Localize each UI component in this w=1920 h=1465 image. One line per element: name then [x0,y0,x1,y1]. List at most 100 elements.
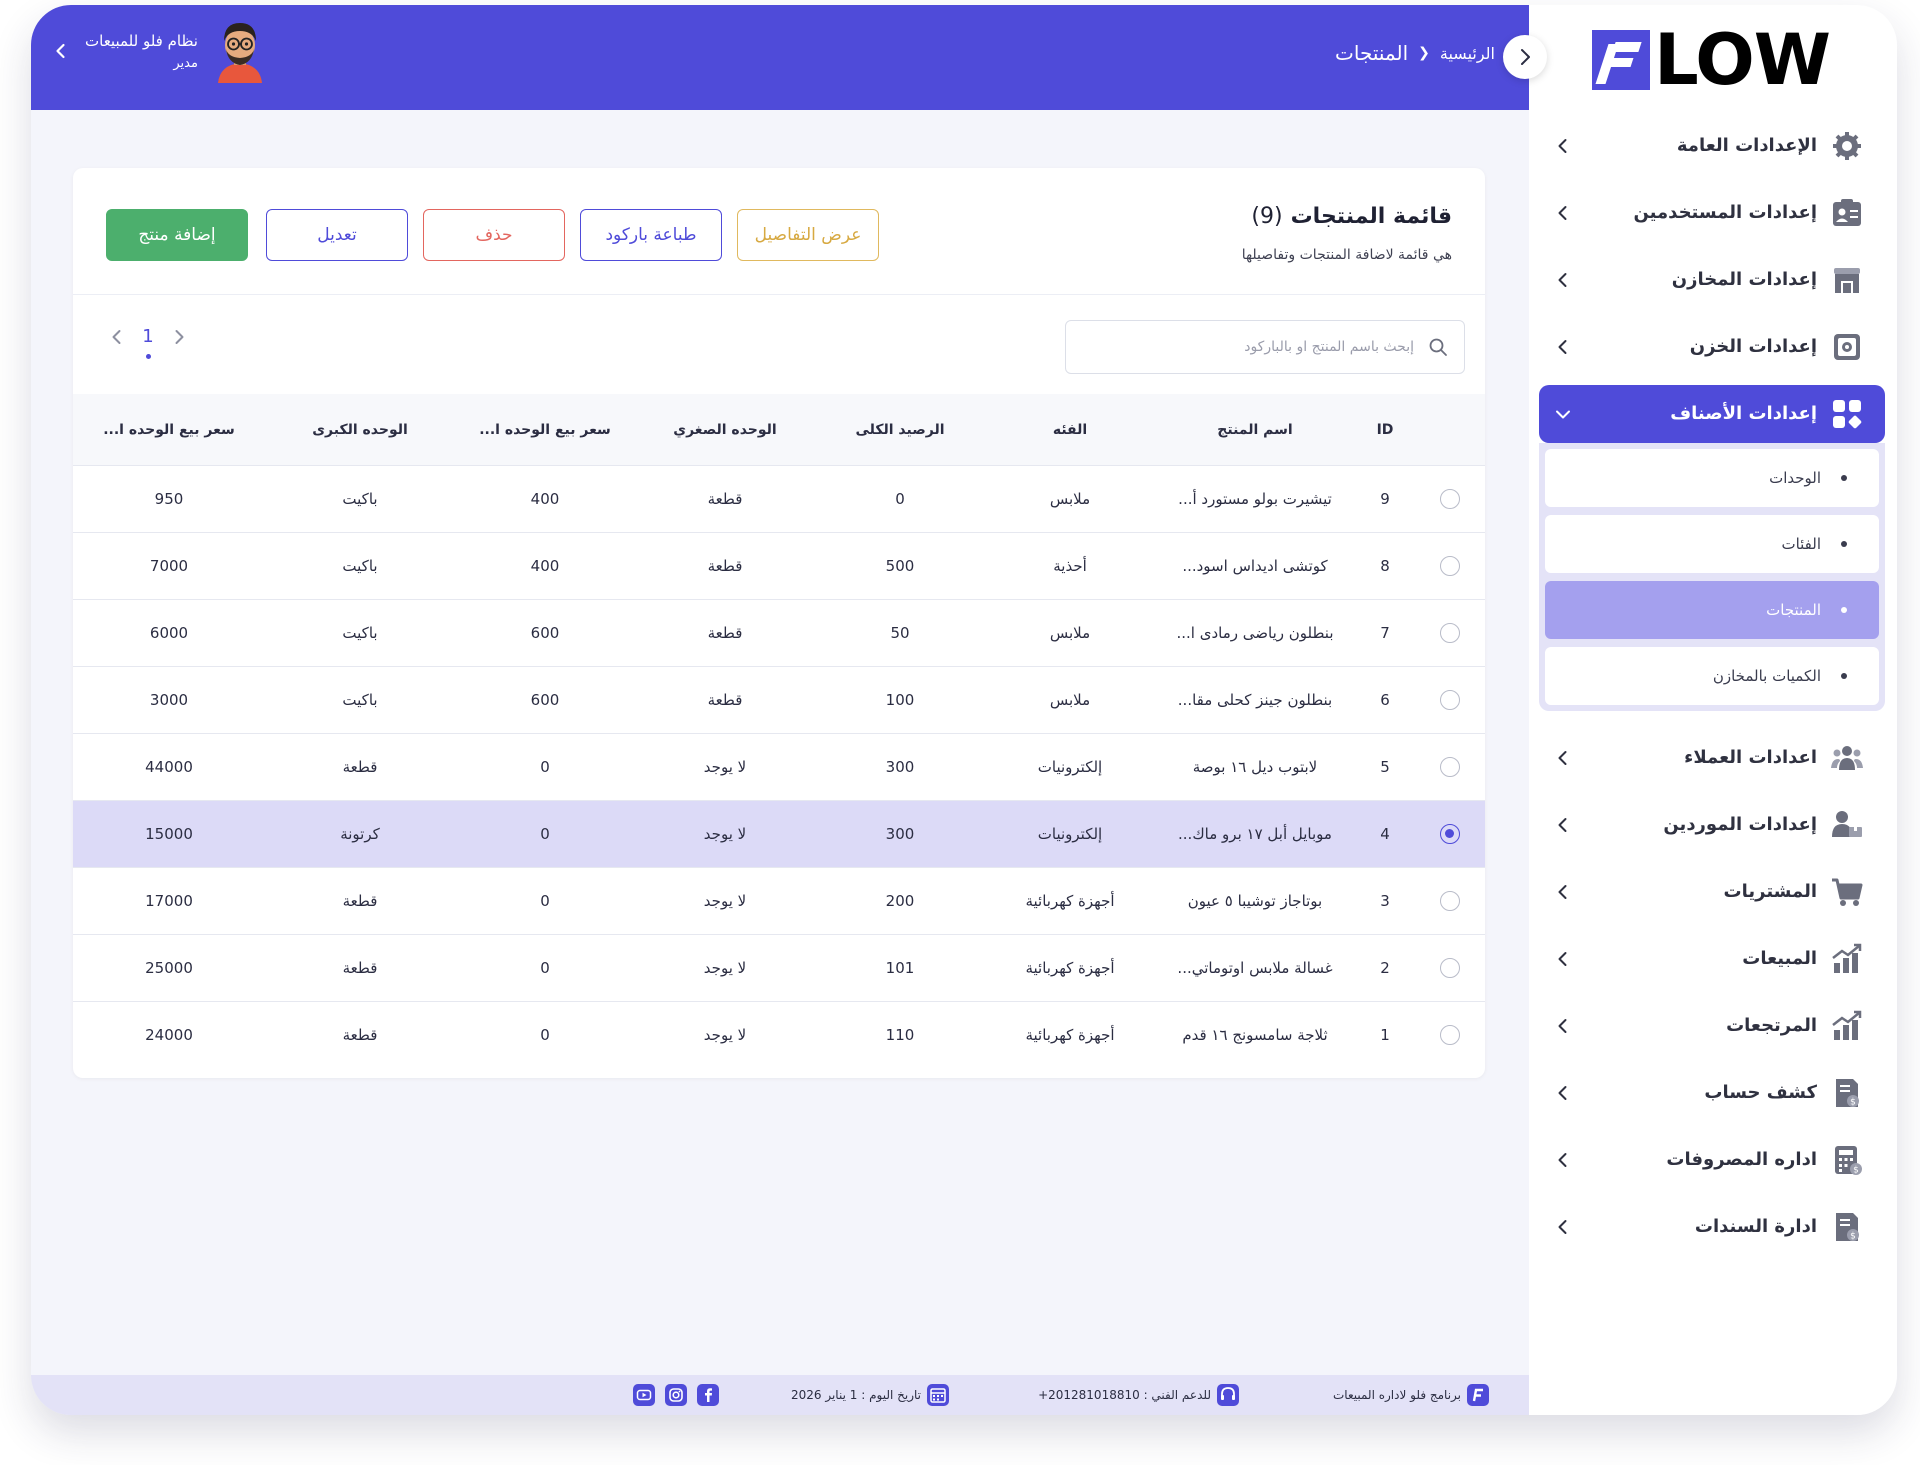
user-profile[interactable]: نظام فلو للمبيعات مدير [51,19,270,83]
submenu-item-categories[interactable]: الفئات [1545,515,1879,573]
breadcrumb-home[interactable]: الرئيسية [1440,44,1495,63]
chevron-left-icon[interactable] [51,41,71,61]
sidebar-item-purchases[interactable]: المشتريات [1539,863,1885,921]
sidebar-item-expenses[interactable]: $ اداره المصروفات [1539,1131,1885,1189]
cell-small-price: 600 [455,599,635,667]
sidebar-item-categories-settings[interactable]: إعدادات الأصناف [1539,385,1885,443]
svg-text:$: $ [1850,1098,1856,1108]
sidebar-item-label: إعدادات الأصناف [1670,403,1817,424]
chevron-left-icon [1558,818,1567,832]
sidebar: LOW الإعدادات العامة إعدادات المستخدمين … [1529,5,1897,1415]
pagination-prev-icon[interactable] [107,327,127,347]
table-row[interactable]: 6 بنطلون جينز كحلى مقا... ملابس 100 قطعة 600 ب… [73,666,1485,734]
cell-small-unit: قطعة [635,599,815,667]
row-radio[interactable] [1440,757,1460,777]
sidebar-item-safe-settings[interactable]: إعدادات الخزن [1539,318,1885,376]
submenu-item-stock-quantities[interactable]: الكميات بالمخازن [1545,647,1879,705]
table-row[interactable]: 9 تيشيرت بولو مستورد أ... ملابس 0 قطعة 400 باك… [73,465,1485,533]
user-name: نظام فلو للمبيعات [85,31,198,50]
chevron-left-icon [1558,1153,1567,1167]
column-header[interactable]: الوحده الكبرى [265,394,455,466]
pagination-page[interactable]: 1 [127,326,169,359]
cell-small-price: 0 [455,867,635,935]
headset-icon [1217,1384,1239,1406]
table-row[interactable]: 2 غسالة ملابس اوتوماتي... أجهزة كهربائية 10… [73,934,1485,1002]
table-row-selected[interactable]: 4 موبايل أبل ١٧ برو ماك... إلكترونيات 300 لا… [73,800,1485,868]
table-row[interactable]: 7 بنطلون رياضى رمادى ا... ملابس 50 قطعة 600 با… [73,599,1485,667]
add-product-button[interactable]: إضافة منتج [106,209,248,261]
facebook-icon[interactable] [697,1384,719,1406]
footer: برنامج فلو لاداره المبيعات للدعم الفني :… [31,1375,1529,1415]
sidebar-toggle-button[interactable] [1503,35,1547,79]
calendar-icon [927,1384,949,1406]
table-header-row: ID اسم المنتج الفئه الرصيد الكلى الوحده … [73,394,1485,466]
cell-small-unit: قطعة [635,465,815,533]
column-header[interactable]: الرصيد الكلى [815,394,985,466]
sidebar-item-customers-settings[interactable]: اعدادات العملاء [1539,729,1885,787]
table-row[interactable]: 3 بوتاجاز توشيبا ٥ عيون أجهزة كهربائية 200 ل… [73,867,1485,935]
brand-logo[interactable]: LOW [1592,25,1831,95]
row-radio[interactable] [1440,489,1460,509]
table-row[interactable]: 1 ثلاجة سامسونج ١٦ قدم أجهزة كهربائية 110 لا… [73,1001,1485,1068]
table-row[interactable]: 8 كوتشى اديداس اسود... أحذية 500 قطعة 400 باكي… [73,532,1485,600]
cell-big-price: 15000 [73,800,265,868]
page-title: المنتجات [1335,41,1409,65]
search-input[interactable] [1082,321,1416,373]
view-details-button[interactable]: عرض التفاصيل [737,209,879,261]
row-radio[interactable] [1440,556,1460,576]
sidebar-item-warehouse-settings[interactable]: إعدادات المخازن [1539,251,1885,309]
column-header[interactable]: ID [1355,394,1415,466]
cell-category: إلكترونيات [985,733,1155,801]
sidebar-item-user-settings[interactable]: إعدادات المستخدمين [1539,184,1885,242]
column-header[interactable]: الوحده الصغري [635,394,815,466]
group-icon [1831,746,1863,770]
cell-name: لابتوب ديل ١٦ بوصة [1155,733,1355,801]
delete-button[interactable]: حذف [423,209,565,261]
user-role: مدير [173,55,198,71]
instagram-icon[interactable] [665,1384,687,1406]
cell-big-price: 25000 [73,934,265,1002]
row-radio-checked[interactable] [1440,824,1460,844]
footer-support-text: للدعم الفني : 201281018810+ [1038,1388,1211,1402]
cell-category: أجهزة كهربائية [985,934,1155,1002]
submenu-item-label: الفئات [1781,535,1821,553]
chevron-left-icon [1558,340,1567,354]
sidebar-item-account-statement[interactable]: $ كشف حساب [1539,1064,1885,1122]
youtube-icon[interactable] [633,1384,655,1406]
logo-mark-icon [1592,30,1651,90]
row-radio[interactable] [1440,958,1460,978]
card-title-text: قائمة المنتجات [1290,204,1452,229]
column-header[interactable]: سعر بيع الوحده ا... [455,394,635,466]
chart-up-icon [1832,1010,1862,1040]
row-radio[interactable] [1440,1025,1460,1045]
column-header[interactable]: اسم المنتج [1155,394,1355,466]
cell-name: بنطلون جينز كحلى مقا... [1155,666,1355,734]
cell-category: إلكترونيات [985,800,1155,868]
sidebar-item-general-settings[interactable]: الإعدادات العامة [1539,117,1885,175]
edit-button[interactable]: تعديل [266,209,408,261]
column-header[interactable]: الفئه [985,394,1155,466]
row-radio[interactable] [1440,891,1460,911]
submenu-item-units[interactable]: الوحدات [1545,449,1879,507]
sidebar-item-returns[interactable]: المرتجعات [1539,997,1885,1055]
print-barcode-button[interactable]: طباعة باركود [580,209,722,261]
sidebar-item-label: اداره المصروفات [1666,1149,1817,1170]
search-box[interactable] [1065,320,1465,374]
row-radio[interactable] [1440,690,1460,710]
cell-name: بنطلون رياضى رمادى ا... [1155,599,1355,667]
cell-id: 2 [1355,934,1415,1002]
table-row[interactable]: 5 لابتوب ديل ١٦ بوصة إلكترونيات 300 لا يوجد 0… [73,733,1485,801]
chevron-left-icon [1558,273,1567,287]
pagination-next-icon[interactable] [169,327,189,347]
cell-category: ملابس [985,666,1155,734]
sidebar-item-suppliers-settings[interactable]: إعدادات الموردين [1539,796,1885,854]
submenu-item-products[interactable]: المنتجات [1545,581,1879,639]
cell-category: ملابس [985,465,1155,533]
column-header[interactable]: سعر بيع الوحده ا... [73,394,265,466]
avatar[interactable] [210,19,270,83]
sidebar-item-sales[interactable]: المبيعات [1539,930,1885,988]
chevron-left-icon [1558,1086,1567,1100]
sidebar-item-vouchers[interactable]: $ ادارة السندات [1539,1198,1885,1256]
row-radio[interactable] [1440,623,1460,643]
cell-name: غسالة ملابس اوتوماتي... [1155,934,1355,1002]
